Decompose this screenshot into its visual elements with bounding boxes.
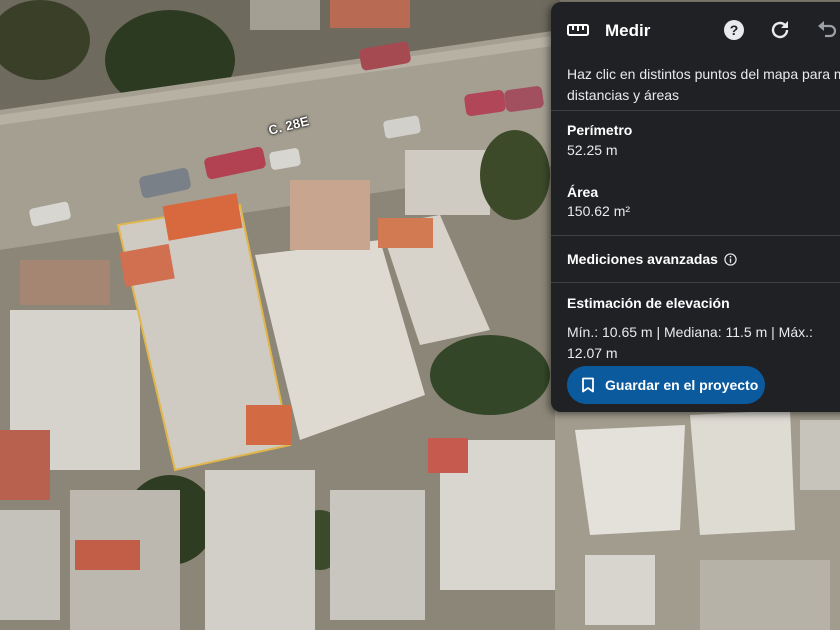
instructions-text: Haz clic en distintos puntos del mapa pa…: [567, 64, 840, 106]
advanced-measurements-label: Mediciones avanzadas: [567, 251, 718, 267]
perimeter-label: Perímetro: [567, 122, 633, 138]
info-icon[interactable]: [724, 252, 737, 266]
help-icon[interactable]: ?: [722, 18, 746, 42]
area-value: 150.62 m²: [567, 203, 631, 219]
undo-icon[interactable]: [814, 18, 838, 42]
bookmark-icon: [582, 377, 594, 393]
ruler-icon: [567, 24, 589, 36]
elevation-values: Mín.: 10.65 m | Mediana: 11.5 m | Máx.: …: [567, 324, 813, 361]
instructions-line-2: distancias y áreas: [567, 87, 680, 103]
panel-header: Medir ?: [551, 2, 840, 58]
panel-title: Medir: [605, 21, 651, 40]
area-label: Área: [567, 184, 599, 200]
elevation-label: Estimación de elevación: [567, 295, 730, 311]
svg-text:?: ?: [730, 22, 739, 38]
perimeter-value: 52.25 m: [567, 142, 618, 158]
save-to-project-button[interactable]: Guardar en el proyecto: [567, 366, 765, 404]
instructions-line-1: Haz clic en distintos puntos del mapa pa…: [567, 66, 840, 82]
refresh-icon[interactable]: [768, 18, 792, 42]
divider: [551, 235, 840, 236]
measure-panel: Medir ? Haz clic en distintos puntos del…: [551, 2, 840, 412]
save-to-project-label: Guardar en el proyecto: [605, 377, 759, 393]
divider: [551, 282, 840, 283]
advanced-measurements-toggle[interactable]: Mediciones avanzadas: [567, 251, 737, 267]
divider: [551, 110, 840, 111]
